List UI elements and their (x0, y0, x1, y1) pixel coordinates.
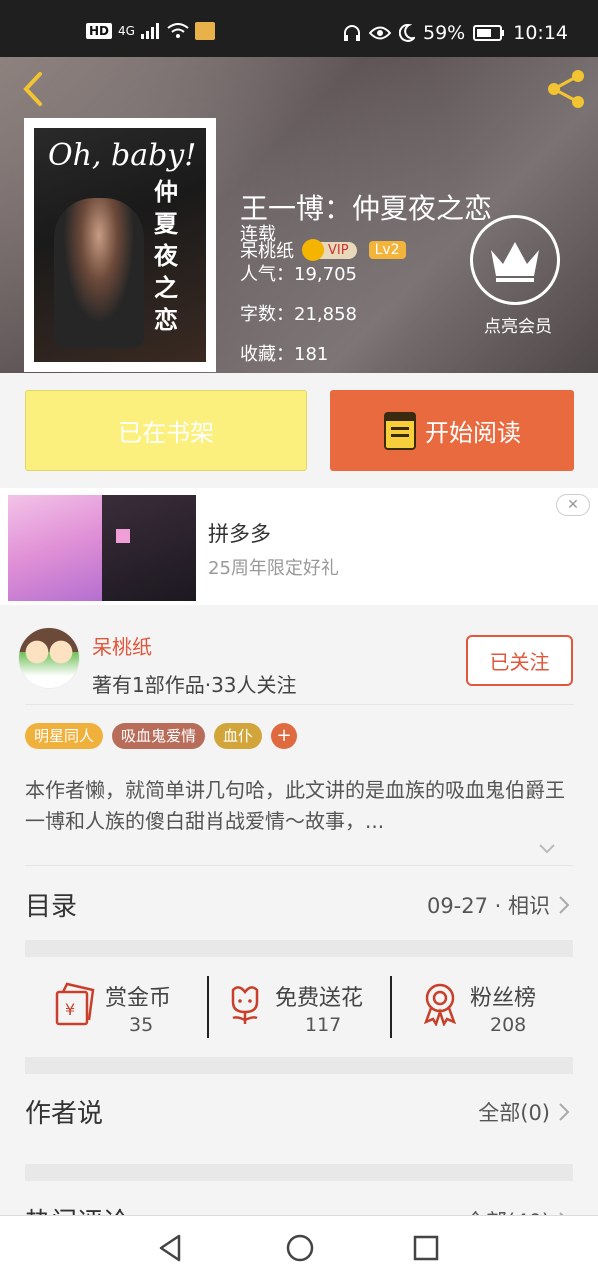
book-title: 王一博：仲夏夜之恋 (240, 192, 493, 225)
battery-icon (473, 25, 505, 41)
fan-ranking-stat[interactable]: 粉丝榜 208 (420, 958, 570, 1056)
ad-image (8, 495, 102, 601)
book-icon (384, 411, 416, 450)
vip-membership-button[interactable] (470, 215, 560, 305)
author-info: 著有1部作品·33人关注 (92, 673, 297, 697)
word-count: 字数：21,858 (240, 304, 357, 325)
section-divider (25, 940, 573, 957)
wifi-icon (167, 23, 189, 38)
share-icon[interactable] (544, 67, 588, 111)
follow-button[interactable]: 已关注 (466, 635, 573, 686)
action-bar: 已在书架 开始阅读 (0, 373, 598, 488)
divider (25, 865, 574, 866)
popularity: 人气：19,705 (240, 264, 357, 285)
author-says-label: 作者说 (25, 1099, 104, 1129)
favorite-count: 收藏：181 (240, 344, 329, 365)
eye-icon (369, 26, 391, 40)
free-flower-stat[interactable]: 免费送花 117 (225, 958, 395, 1056)
reward-coin-stat[interactable]: ¥ 赏金币 35 (53, 958, 213, 1056)
cover-artwork: Oh, baby! 仲夏夜之恋 (34, 128, 206, 362)
app-notification-icon (194, 22, 215, 40)
battery-percent: 59% (423, 22, 466, 44)
stat-label: 粉丝榜 (470, 986, 537, 1011)
author-says-count: 全部(0) (478, 1101, 550, 1125)
author-name[interactable]: 呆桃纸 (92, 631, 152, 660)
moon-icon (399, 24, 415, 42)
signal-icon (140, 23, 159, 39)
avatar[interactable] (18, 627, 80, 689)
tag-item[interactable]: 明星同人 (25, 723, 104, 749)
support-stats: ¥ 赏金币 35 免费送花 117 粉丝榜 208 (25, 958, 573, 1056)
status-bar: HD 4G 59% 10:14 (0, 0, 598, 57)
cover-title-art: 仲夏夜之恋 (154, 178, 178, 334)
ad-banner[interactable]: 拼多多 25周年限定好礼 ✕ (0, 488, 598, 605)
add-tag-icon[interactable]: + (271, 723, 298, 749)
svg-text:¥: ¥ (65, 1000, 75, 1019)
medal-icon (423, 983, 457, 1026)
vip-badge: VIP (302, 238, 357, 261)
serial-status: 连载 (240, 224, 276, 245)
start-reading-button[interactable]: 开始阅读 (330, 390, 574, 471)
divider (207, 976, 209, 1038)
latest-chapter: 09-27 · 相识 (426, 894, 550, 918)
book-header: Oh, baby! 仲夏夜之恋 王一博：仲夏夜之恋 呆桃纸 VIP Lv2 连载… (0, 57, 598, 373)
catalog-row[interactable]: 目录 09-27 · 相识 (0, 878, 598, 934)
section-divider (25, 1164, 573, 1181)
chevron-right-icon (559, 1103, 570, 1121)
system-nav-bar (0, 1215, 598, 1280)
hd-indicator: HD (86, 23, 113, 39)
stat-value: 208 (490, 1014, 527, 1036)
author-says-row[interactable]: 作者说 全部(0) (0, 1085, 598, 1141)
network-type: 4G (118, 24, 135, 38)
ad-title: 拼多多 (208, 522, 271, 546)
level-badge: Lv2 (368, 241, 406, 259)
vip-membership-label: 点亮会员 (484, 317, 552, 337)
recents-square-icon[interactable] (410, 1232, 442, 1264)
catalog-label: 目录 (25, 892, 78, 922)
headphones-icon (344, 25, 360, 41)
reward-coin-icon: ¥ (55, 982, 95, 1026)
ad-image-secondary (102, 495, 196, 601)
stat-label: 免费送花 (275, 986, 364, 1011)
back-arrow-icon[interactable] (14, 69, 54, 109)
book-cover[interactable]: Oh, baby! 仲夏夜之恋 (24, 118, 216, 372)
stat-label: 赏金币 (105, 986, 172, 1011)
crown-icon (302, 238, 324, 261)
stat-value: 35 (129, 1014, 154, 1036)
tag-list: 明星同人 吸血鬼爱情 血仆 + (25, 723, 298, 749)
home-circle-icon[interactable] (284, 1232, 316, 1264)
back-triangle-icon[interactable] (155, 1232, 187, 1264)
close-icon[interactable]: ✕ (556, 494, 590, 516)
crown-icon (491, 242, 539, 282)
tag-item[interactable]: 吸血鬼爱情 (112, 723, 206, 749)
divider (390, 976, 392, 1038)
chevron-right-icon (559, 896, 570, 914)
ad-subtitle: 25周年限定好礼 (208, 558, 339, 579)
chevron-down-icon[interactable] (538, 843, 556, 855)
tag-item[interactable]: 血仆 (214, 723, 263, 749)
stat-value: 117 (305, 1014, 342, 1036)
divider (25, 704, 574, 705)
book-description[interactable]: 本作者懒，就简单讲几句哈，此文讲的是血族的吸血鬼伯爵王一博和人族的傻白甜肖战爱情… (25, 775, 573, 837)
start-reading-label: 开始阅读 (425, 419, 521, 447)
on-shelf-button[interactable]: 已在书架 (25, 390, 307, 471)
cover-logo: Oh, baby! (48, 138, 197, 173)
flower-icon (231, 986, 259, 1024)
cover-portrait (54, 198, 144, 348)
section-divider (25, 1057, 573, 1074)
clock: 10:14 (513, 22, 568, 44)
